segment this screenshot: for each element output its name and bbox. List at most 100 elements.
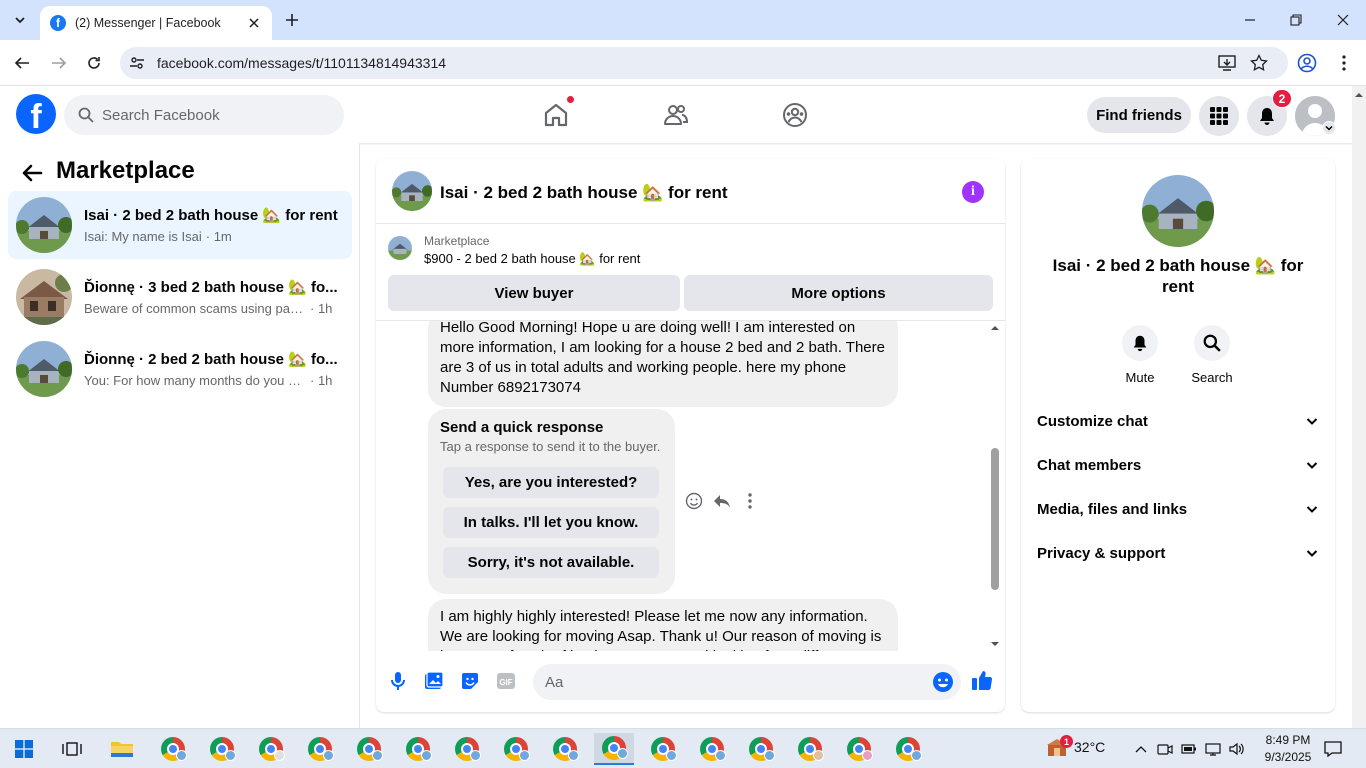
close-window-button[interactable] xyxy=(1333,10,1353,30)
chrome-taskbar-button[interactable] xyxy=(888,733,928,765)
start-button[interactable] xyxy=(4,733,44,765)
listing-title[interactable]: $900 - 2 bed 2 bath house 🏡 for rent xyxy=(424,251,640,267)
chrome-taskbar-button[interactable] xyxy=(447,733,487,765)
chevron-down-icon xyxy=(1306,462,1318,469)
url-text: facebook.com/messages/t/1101134814943314 xyxy=(157,55,447,71)
bell-icon[interactable] xyxy=(1122,325,1158,361)
chat-members-section[interactable]: Chat members xyxy=(1029,443,1327,487)
search-action[interactable]: Search xyxy=(1182,325,1242,385)
message-input-box[interactable] xyxy=(533,664,961,700)
facebook-search-box[interactable] xyxy=(64,95,344,135)
file-explorer-button[interactable] xyxy=(102,733,142,765)
chrome-taskbar-button[interactable] xyxy=(202,733,242,765)
message-input[interactable] xyxy=(545,673,915,691)
system-clock[interactable]: 8:49 PM 9/3/2025 xyxy=(1256,732,1320,766)
thumbs-up-icon[interactable] xyxy=(971,669,993,691)
message-list[interactable]: Hello Good Morning! Hope u are doing wel… xyxy=(376,321,1005,651)
section-label: Customize chat xyxy=(1037,412,1148,430)
more-actions-icon[interactable] xyxy=(740,491,760,511)
chrome-taskbar-button[interactable] xyxy=(153,733,193,765)
chrome-taskbar-button-active[interactable] xyxy=(594,733,634,765)
chrome-taskbar-button[interactable] xyxy=(790,733,830,765)
vertical-dots-icon xyxy=(1342,55,1346,71)
find-friends-button[interactable]: Find friends xyxy=(1087,97,1191,133)
quick-response-card: Send a quick response Tap a response to … xyxy=(428,409,675,594)
battery-icon[interactable] xyxy=(1180,740,1198,758)
address-bar[interactable]: facebook.com/messages/t/1101134814943314 xyxy=(120,47,1288,79)
groups-nav-button[interactable] xyxy=(778,98,812,132)
facebook-search-input[interactable] xyxy=(102,106,302,124)
browser-menu-button[interactable] xyxy=(1333,52,1355,74)
chrome-taskbar-button[interactable] xyxy=(839,733,879,765)
profile-badge xyxy=(176,750,187,761)
profile-badge xyxy=(715,750,726,761)
quick-response-option[interactable]: Sorry, it's not available. xyxy=(443,547,659,578)
minimize-button[interactable] xyxy=(1240,10,1260,30)
chrome-taskbar-button[interactable] xyxy=(496,733,536,765)
reload-button[interactable] xyxy=(83,52,105,74)
media-files-section[interactable]: Media, files and links xyxy=(1029,487,1327,531)
facebook-logo-icon[interactable]: f xyxy=(16,94,56,134)
chrome-taskbar-button[interactable] xyxy=(300,733,340,765)
chat-title[interactable]: Isai · 2 bed 2 bath house 🏡 for rent xyxy=(440,183,728,203)
customize-chat-section[interactable]: Customize chat xyxy=(1029,399,1327,443)
show-hidden-icons-button[interactable] xyxy=(1132,740,1150,758)
site-settings-icon[interactable] xyxy=(129,55,145,71)
emoji-icon[interactable] xyxy=(932,671,954,693)
sticker-icon[interactable] xyxy=(459,670,481,692)
reply-icon[interactable] xyxy=(712,491,732,511)
conversation-avatar[interactable] xyxy=(1142,175,1214,247)
profile-badge xyxy=(274,750,285,761)
conversation-item[interactable]: Ďionnę · 3 bed 2 bath house 🏡 fo... Bewa… xyxy=(8,263,352,331)
friends-nav-button[interactable] xyxy=(659,98,693,132)
bookmark-star-icon[interactable] xyxy=(1250,54,1268,72)
menu-grid-button[interactable] xyxy=(1199,96,1239,136)
gif-icon[interactable]: GIF xyxy=(495,670,517,692)
privacy-support-section[interactable]: Privacy & support xyxy=(1029,531,1327,575)
microphone-icon[interactable] xyxy=(387,670,409,692)
notification-center-icon[interactable] xyxy=(1324,740,1342,758)
view-buyer-button[interactable]: View buyer xyxy=(388,275,680,311)
chrome-taskbar-button[interactable] xyxy=(545,733,585,765)
photo-icon[interactable] xyxy=(423,670,445,692)
page-scrollbar[interactable] xyxy=(1352,86,1366,728)
chat-avatar[interactable] xyxy=(392,171,432,211)
plus-icon xyxy=(286,14,298,26)
mute-action[interactable]: Mute xyxy=(1110,325,1170,385)
chrome-taskbar-button[interactable] xyxy=(398,733,438,765)
new-tab-button[interactable] xyxy=(282,10,302,30)
listing-thumbnail[interactable] xyxy=(388,236,412,260)
home-nav-button[interactable] xyxy=(539,95,575,132)
quick-response-option[interactable]: In talks. I'll let you know. xyxy=(443,507,659,538)
info-icon[interactable]: i xyxy=(962,181,984,203)
profile-badge xyxy=(225,750,236,761)
react-emoji-icon[interactable] xyxy=(684,491,704,511)
install-app-icon[interactable] xyxy=(1218,54,1236,72)
meet-now-icon[interactable] xyxy=(1156,740,1174,758)
tab-search-button[interactable] xyxy=(8,8,32,32)
browser-tab[interactable]: f (2) Messenger | Facebook xyxy=(40,6,272,40)
weather-widget[interactable]: 32°C xyxy=(1046,736,1105,758)
search-icon[interactable] xyxy=(1194,325,1230,361)
forward-button[interactable] xyxy=(48,52,70,74)
chrome-taskbar-button[interactable] xyxy=(741,733,781,765)
task-view-button[interactable] xyxy=(52,733,92,765)
chrome-taskbar-button[interactable] xyxy=(643,733,683,765)
account-chevron-icon[interactable] xyxy=(1322,121,1336,135)
profile-button[interactable] xyxy=(1296,52,1318,74)
more-options-button[interactable]: More options xyxy=(684,275,993,311)
quick-response-option[interactable]: Yes, are you interested? xyxy=(443,467,659,498)
close-tab-icon[interactable] xyxy=(246,15,262,31)
back-arrow-icon[interactable] xyxy=(20,161,44,185)
chrome-taskbar-button[interactable] xyxy=(251,733,291,765)
volume-icon[interactable] xyxy=(1228,740,1246,758)
scrollbar-thumb[interactable] xyxy=(991,448,999,590)
conversation-item[interactable]: Isai · 2 bed 2 bath house 🏡 for rent Isa… xyxy=(8,191,352,259)
chrome-taskbar-button[interactable] xyxy=(692,733,732,765)
conversation-item[interactable]: Ďionnę · 2 bed 2 bath house 🏡 fo... You:… xyxy=(8,335,352,403)
message-scrollbar[interactable] xyxy=(988,321,1002,651)
chrome-taskbar-button[interactable] xyxy=(349,733,389,765)
back-button[interactable] xyxy=(11,52,33,74)
restore-button[interactable] xyxy=(1286,10,1306,30)
network-icon[interactable] xyxy=(1204,740,1222,758)
